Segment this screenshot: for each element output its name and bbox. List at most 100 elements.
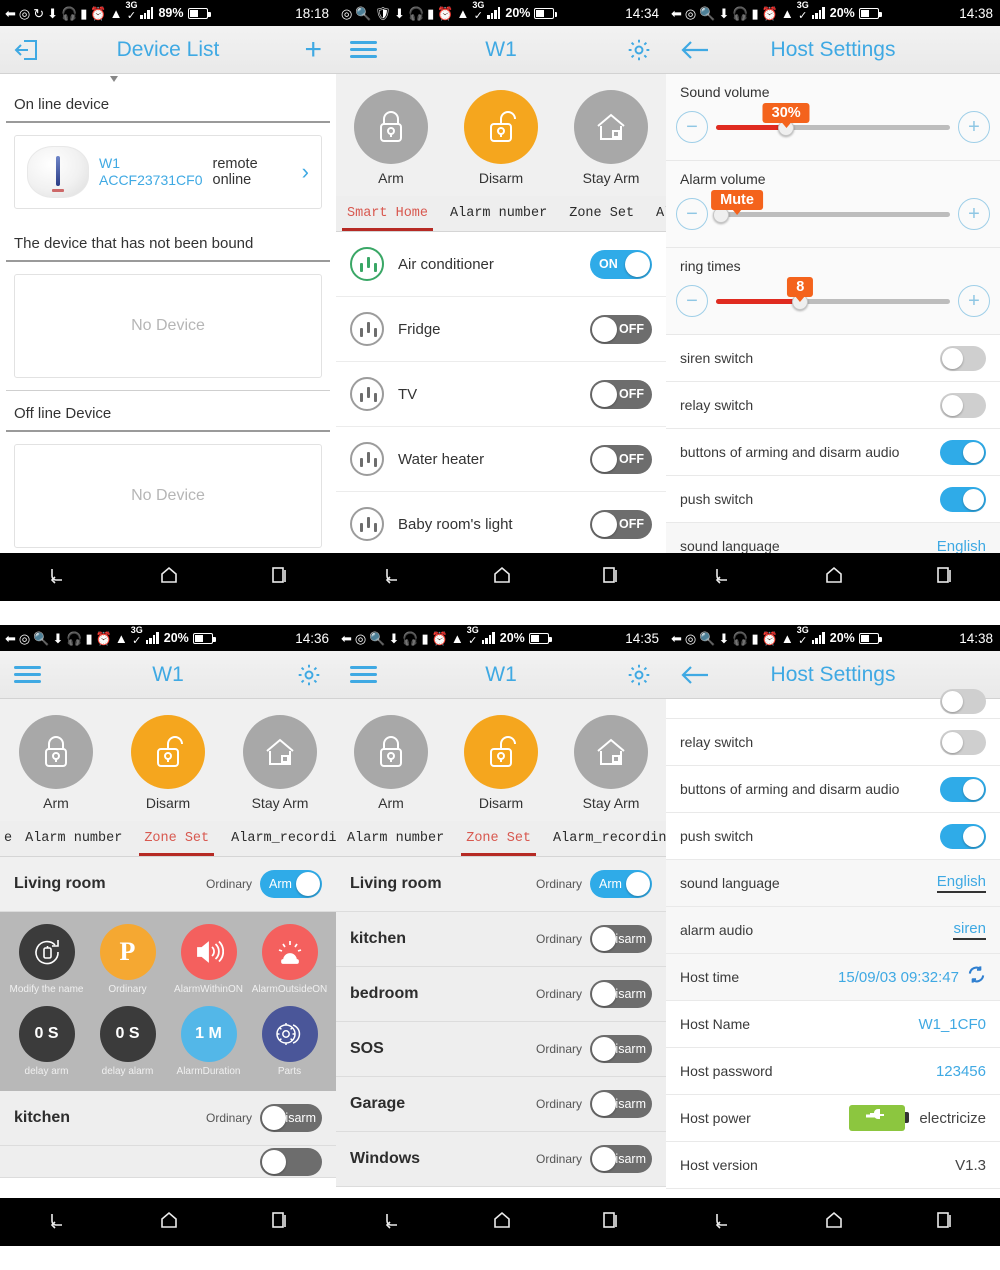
home-icon[interactable] xyxy=(160,566,178,589)
recents-icon[interactable] xyxy=(936,566,954,589)
plus-button[interactable]: + xyxy=(958,198,990,230)
plus-button[interactable]: + xyxy=(958,111,990,143)
device-toggle[interactable]: ON xyxy=(590,249,652,279)
gear-icon[interactable] xyxy=(626,37,652,63)
zone-toggle[interactable]: Arm xyxy=(590,870,652,898)
device-card-w1[interactable]: W1 ACCF23731CF0 remote online › xyxy=(14,135,322,209)
list-item[interactable]: Water heater OFF xyxy=(336,427,666,492)
zone-toggle[interactable]: Disarm xyxy=(590,1035,652,1063)
option-parts[interactable]: Parts xyxy=(249,1005,330,1078)
hamburger-icon[interactable] xyxy=(350,37,377,62)
back-icon[interactable] xyxy=(47,1211,67,1234)
zone-toggle[interactable]: Arm xyxy=(260,870,322,898)
alarm-audio-row[interactable]: alarm audio siren xyxy=(666,907,1000,954)
zone-row-living-room[interactable]: Living room Ordinary Arm xyxy=(0,857,336,912)
list-item[interactable]: Fridge OFF xyxy=(336,297,666,362)
arming-audio-row[interactable]: buttons of arming and disarm audio xyxy=(666,766,1000,813)
tab-zone-set[interactable]: Zone Set xyxy=(133,821,220,856)
arming-audio-toggle[interactable] xyxy=(940,439,986,465)
home-icon[interactable] xyxy=(493,566,511,589)
back-icon[interactable] xyxy=(382,1211,402,1234)
tab-alarm-recording[interactable]: Alarm_recordin xyxy=(220,821,336,856)
hamburger-icon[interactable] xyxy=(350,662,377,687)
recents-icon[interactable] xyxy=(936,1211,954,1234)
recents-icon[interactable] xyxy=(271,566,289,589)
disarm-button[interactable]: Disarm xyxy=(124,715,212,811)
relay-switch-row[interactable]: relay switch xyxy=(666,719,1000,766)
zone-row[interactable]: SOS Ordinary Disarm xyxy=(336,1022,666,1077)
minus-button[interactable]: − xyxy=(676,111,708,143)
push-switch-toggle[interactable] xyxy=(940,823,986,849)
tab-alarm-number[interactable]: Alarm number xyxy=(439,196,558,231)
home-icon[interactable] xyxy=(493,1211,511,1234)
stay-arm-button[interactable]: Stay Arm xyxy=(567,90,655,186)
arm-button[interactable]: Arm xyxy=(347,90,435,186)
relay-switch-toggle[interactable] xyxy=(940,392,986,418)
home-icon[interactable] xyxy=(825,566,843,589)
stay-arm-button[interactable]: Stay Arm xyxy=(567,715,655,811)
arming-audio-toggle[interactable] xyxy=(940,776,986,802)
zone-toggle[interactable]: Disarm xyxy=(590,980,652,1008)
host-name-row[interactable]: Host Name W1_1CF0 xyxy=(666,1001,1000,1048)
refresh-icon[interactable] xyxy=(967,965,986,989)
list-item[interactable]: TV OFF xyxy=(336,362,666,427)
host-time-row[interactable]: Host time 15/09/03 09:32:47 xyxy=(666,954,1000,1001)
back-icon[interactable] xyxy=(712,1211,732,1234)
device-toggle[interactable]: OFF xyxy=(590,509,652,539)
tab-partial-left[interactable]: e xyxy=(0,821,14,856)
alarm-volume-slider[interactable]: Mute xyxy=(711,190,950,230)
back-icon[interactable] xyxy=(47,566,67,589)
arrow-left-icon[interactable] xyxy=(680,664,710,686)
home-icon[interactable] xyxy=(160,1211,178,1234)
zone-row[interactable]: kitchen Ordinary Disarm xyxy=(336,912,666,967)
tab-alarm-number[interactable]: Alarm number xyxy=(336,821,455,856)
zone-row[interactable]: Garage Ordinary Disarm xyxy=(336,1077,666,1132)
tab-zone-set[interactable]: Zone Set xyxy=(455,821,542,856)
gear-icon[interactable] xyxy=(296,662,322,688)
recents-icon[interactable] xyxy=(602,1211,620,1234)
push-switch-toggle[interactable] xyxy=(940,486,986,512)
recents-icon[interactable] xyxy=(271,1211,289,1234)
minus-button[interactable]: − xyxy=(676,198,708,230)
arm-button[interactable]: Arm xyxy=(12,715,100,811)
recents-icon[interactable] xyxy=(602,566,620,589)
plus-button[interactable]: + xyxy=(958,285,990,317)
disarm-button[interactable]: Disarm xyxy=(457,90,545,186)
option-alarm-within[interactable]: AlarmWithinON xyxy=(168,924,249,996)
exit-icon[interactable] xyxy=(14,38,40,62)
option-alarm-outside[interactable]: AlarmOutsideON xyxy=(249,924,330,996)
host-password-row[interactable]: Host password 123456 xyxy=(666,1048,1000,1095)
hamburger-icon[interactable] xyxy=(14,662,41,687)
arming-audio-row[interactable]: buttons of arming and disarm audio xyxy=(666,429,1000,476)
plus-icon[interactable]: + xyxy=(304,34,322,65)
push-switch-row[interactable]: push switch xyxy=(666,476,1000,523)
tab-alarm-number[interactable]: Alarm number xyxy=(14,821,133,856)
siren-switch-toggle[interactable] xyxy=(940,345,986,371)
ring-times-slider[interactable]: 8 xyxy=(716,277,950,317)
stay-arm-button[interactable]: Stay Arm xyxy=(236,715,324,811)
back-icon[interactable] xyxy=(382,566,402,589)
back-icon[interactable] xyxy=(712,566,732,589)
list-item[interactable]: Baby room's light OFF xyxy=(336,492,666,557)
gear-icon[interactable] xyxy=(626,662,652,688)
arm-button[interactable]: Arm xyxy=(347,715,435,811)
option-modify-name[interactable]: Modify the name xyxy=(6,924,87,996)
sound-language-row[interactable]: sound language English xyxy=(666,860,1000,907)
list-item[interactable]: Air conditioner ON xyxy=(336,232,666,297)
push-switch-row[interactable]: push switch xyxy=(666,813,1000,860)
sound-volume-slider[interactable]: 30% xyxy=(716,103,950,143)
option-delay-alarm[interactable]: 0 S delay alarm xyxy=(87,1005,168,1078)
tab-alarm-recording[interactable]: Alar xyxy=(645,196,666,231)
arrow-left-icon[interactable] xyxy=(680,39,710,61)
zone-toggle[interactable]: Disarm xyxy=(590,1090,652,1118)
option-delay-arm[interactable]: 0 S delay arm xyxy=(6,1005,87,1078)
disarm-button[interactable]: Disarm xyxy=(457,715,545,811)
relay-switch-row[interactable]: relay switch xyxy=(666,382,1000,429)
zone-toggle[interactable] xyxy=(260,1147,322,1176)
zone-row-kitchen[interactable]: kitchen Ordinary Disarm xyxy=(0,1091,336,1146)
zone-row[interactable]: Windows Ordinary Disarm xyxy=(336,1132,666,1187)
relay-switch-toggle[interactable] xyxy=(940,729,986,755)
zone-row[interactable]: bedroom Ordinary Disarm xyxy=(336,967,666,1022)
zone-toggle[interactable]: Disarm xyxy=(590,925,652,953)
option-alarm-duration[interactable]: 1 M AlarmDuration xyxy=(168,1005,249,1078)
